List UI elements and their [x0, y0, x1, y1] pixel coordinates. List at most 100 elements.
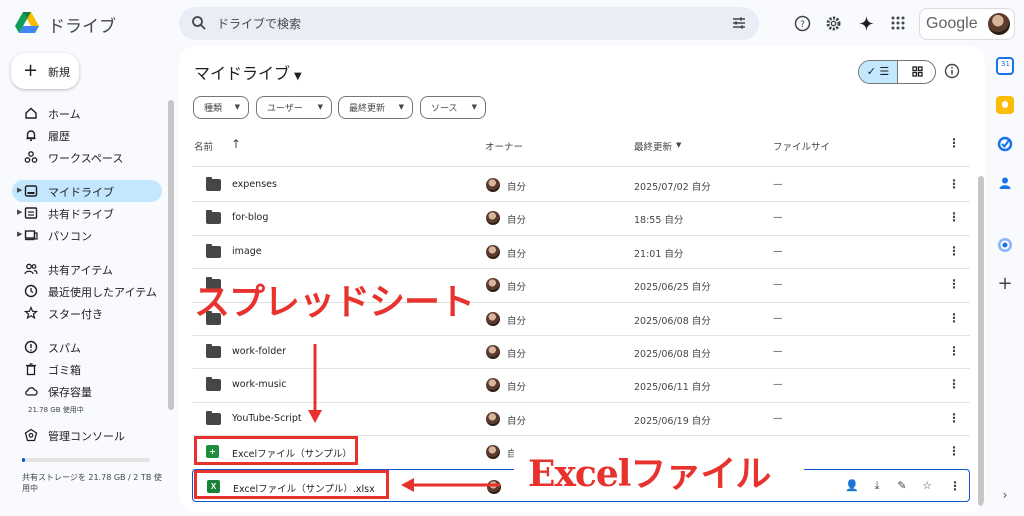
side-panel-toggle-chevron-icon[interactable]: ›: [996, 486, 1014, 504]
column-size-header[interactable]: ファイルサイ: [773, 139, 830, 153]
table-row[interactable]: image 自分 21:01 自分 — ⋮: [192, 235, 970, 268]
drive-logo-icon[interactable]: [14, 11, 40, 35]
storage-progress-bar: [22, 458, 150, 462]
more-actions-icon[interactable]: ⋮: [948, 311, 960, 325]
more-actions-icon[interactable]: ⋮: [949, 479, 961, 493]
table-row[interactable]: work-folder 自分 2025/06/08 自分 — ⋮: [192, 335, 970, 368]
gemini-sparkle-icon[interactable]: [857, 14, 875, 32]
chevron-down-icon: ▼: [234, 103, 240, 111]
file-name[interactable]: for-blog: [232, 212, 268, 223]
bell-icon: [26, 130, 36, 142]
contacts-app-icon[interactable]: [996, 174, 1014, 192]
nav-item-computers[interactable]: ▶ パソコン: [12, 224, 162, 246]
more-actions-icon[interactable]: ⋮: [948, 411, 960, 425]
account-button[interactable]: Google: [919, 8, 1015, 40]
main-scrollbar[interactable]: [978, 176, 984, 506]
nav-item-storage[interactable]: 保存容量: [12, 380, 162, 402]
account-avatar[interactable]: [988, 13, 1010, 35]
more-actions-icon[interactable]: ⋮: [948, 344, 960, 358]
grid-view-button[interactable]: [898, 61, 935, 83]
spreadsheet-highlight-box: [194, 436, 358, 465]
nav-item-admin-console[interactable]: 管理コンソール: [12, 424, 162, 446]
nav-item-workspaces[interactable]: ワークスペース: [12, 146, 162, 168]
file-name[interactable]: YouTube-Script: [232, 413, 302, 424]
nav-item-home[interactable]: ホーム: [12, 102, 162, 124]
table-row[interactable]: YouTube-Script 自分 2025/06/19 自分 — ⋮: [192, 402, 970, 435]
column-modified-header[interactable]: 最終更新: [634, 139, 672, 153]
filter-people-chip[interactable]: ユーザー ▼: [256, 96, 332, 119]
share-person-add-icon[interactable]: 👤: [843, 477, 861, 495]
more-actions-icon[interactable]: ⋮: [948, 177, 960, 191]
nav-item-starred[interactable]: スター付き: [12, 302, 162, 324]
nav-item-label: パソコン: [48, 230, 92, 243]
cloud-icon: [25, 387, 38, 396]
view-toggle: ✓ ☰: [858, 60, 936, 84]
expand-caret-icon[interactable]: ▶: [17, 186, 22, 194]
more-actions-icon[interactable]: ⋮: [948, 377, 960, 391]
search-bar[interactable]: [179, 7, 759, 40]
download-icon[interactable]: ⤓: [868, 477, 886, 495]
table-row[interactable]: for-blog 自分 18:55 自分 — ⋮: [192, 201, 970, 234]
modified-date: 2025/06/08 自分: [634, 349, 711, 360]
owner-name: 自分: [507, 415, 527, 427]
apps-grid-icon[interactable]: [889, 14, 907, 32]
info-icon[interactable]: [944, 63, 960, 79]
calendar-app-icon[interactable]: 31: [996, 57, 1014, 75]
owner-name: 自分: [507, 382, 527, 394]
folder-icon: [206, 243, 221, 258]
search-input[interactable]: [217, 14, 697, 34]
tasks-app-icon[interactable]: [996, 135, 1014, 153]
table-row[interactable]: work-music 自分 2025/06/11 自分 — ⋮: [192, 368, 970, 401]
list-view-button[interactable]: ✓ ☰: [859, 61, 898, 83]
sort-desc-icon[interactable]: ▼: [676, 141, 681, 149]
file-name[interactable]: work-music: [232, 379, 287, 390]
more-actions-icon[interactable]: ⋮: [948, 210, 960, 224]
file-size: —: [773, 346, 783, 357]
filter-type-chip[interactable]: 種類 ▼: [193, 96, 249, 119]
filter-source-chip[interactable]: ソース ▼: [420, 96, 486, 119]
search-options-icon[interactable]: [731, 15, 747, 31]
nav-item-my-drive[interactable]: ▶ マイドライブ: [12, 180, 162, 202]
file-name[interactable]: expenses: [232, 179, 277, 190]
nav-scrollbar[interactable]: [168, 100, 174, 410]
help-icon[interactable]: ?: [793, 14, 811, 32]
file-size: —: [773, 212, 783, 224]
settings-gear-icon[interactable]: [824, 14, 842, 32]
spam-icon: [24, 340, 38, 354]
nav-item-label: ゴミ箱: [48, 364, 81, 377]
table-row[interactable]: expenses 自分 2025/07/02 自分 — ⋮: [192, 168, 970, 201]
list-icon: ☰: [879, 65, 890, 78]
column-name-header[interactable]: 名前: [194, 139, 213, 153]
expand-caret-icon[interactable]: ▶: [17, 230, 22, 238]
app-title[interactable]: ドライブ: [48, 12, 116, 37]
star-icon[interactable]: ☆: [918, 477, 936, 495]
column-owner-header[interactable]: オーナー: [485, 139, 523, 153]
file-name[interactable]: work-folder: [232, 346, 286, 357]
chevron-down-icon: ▼: [294, 71, 302, 82]
more-actions-icon[interactable]: ⋮: [948, 277, 960, 291]
file-name[interactable]: image: [232, 246, 262, 257]
nav-item-shared-with-me[interactable]: 共有アイテム: [12, 258, 162, 280]
nav-item-spam[interactable]: スパム: [12, 336, 162, 358]
more-actions-icon[interactable]: ⋮: [948, 244, 960, 258]
nav-item-label: 保存容量: [48, 386, 92, 399]
filter-modified-chip[interactable]: 最終更新 ▼: [338, 96, 413, 119]
new-button[interactable]: + 新規: [11, 53, 79, 89]
rename-pencil-icon[interactable]: ✎: [893, 477, 911, 495]
more-actions-icon[interactable]: ⋮: [948, 444, 960, 458]
svg-text:?: ?: [800, 20, 805, 30]
add-on-app-icon[interactable]: [996, 236, 1014, 254]
get-add-ons-plus-icon[interactable]: +: [996, 275, 1014, 293]
nav-item-activity[interactable]: 履歴: [12, 124, 162, 146]
people-icon: [24, 263, 38, 275]
nav-item-trash[interactable]: ゴミ箱: [12, 358, 162, 380]
nav-item-recent[interactable]: 最近使用したアイテム: [12, 280, 162, 302]
page-title[interactable]: マイドライブ ▼: [194, 60, 302, 84]
keep-app-icon[interactable]: [996, 96, 1014, 114]
sort-arrow-up-icon[interactable]: ↑: [231, 137, 241, 151]
nav-item-label: スター付き: [48, 308, 103, 321]
nav-item-shared-drives[interactable]: ▶ 共有ドライブ: [12, 202, 162, 224]
column-options-icon[interactable]: ⋮: [948, 136, 960, 150]
expand-caret-icon[interactable]: ▶: [17, 208, 22, 216]
search-icon[interactable]: [191, 15, 207, 31]
